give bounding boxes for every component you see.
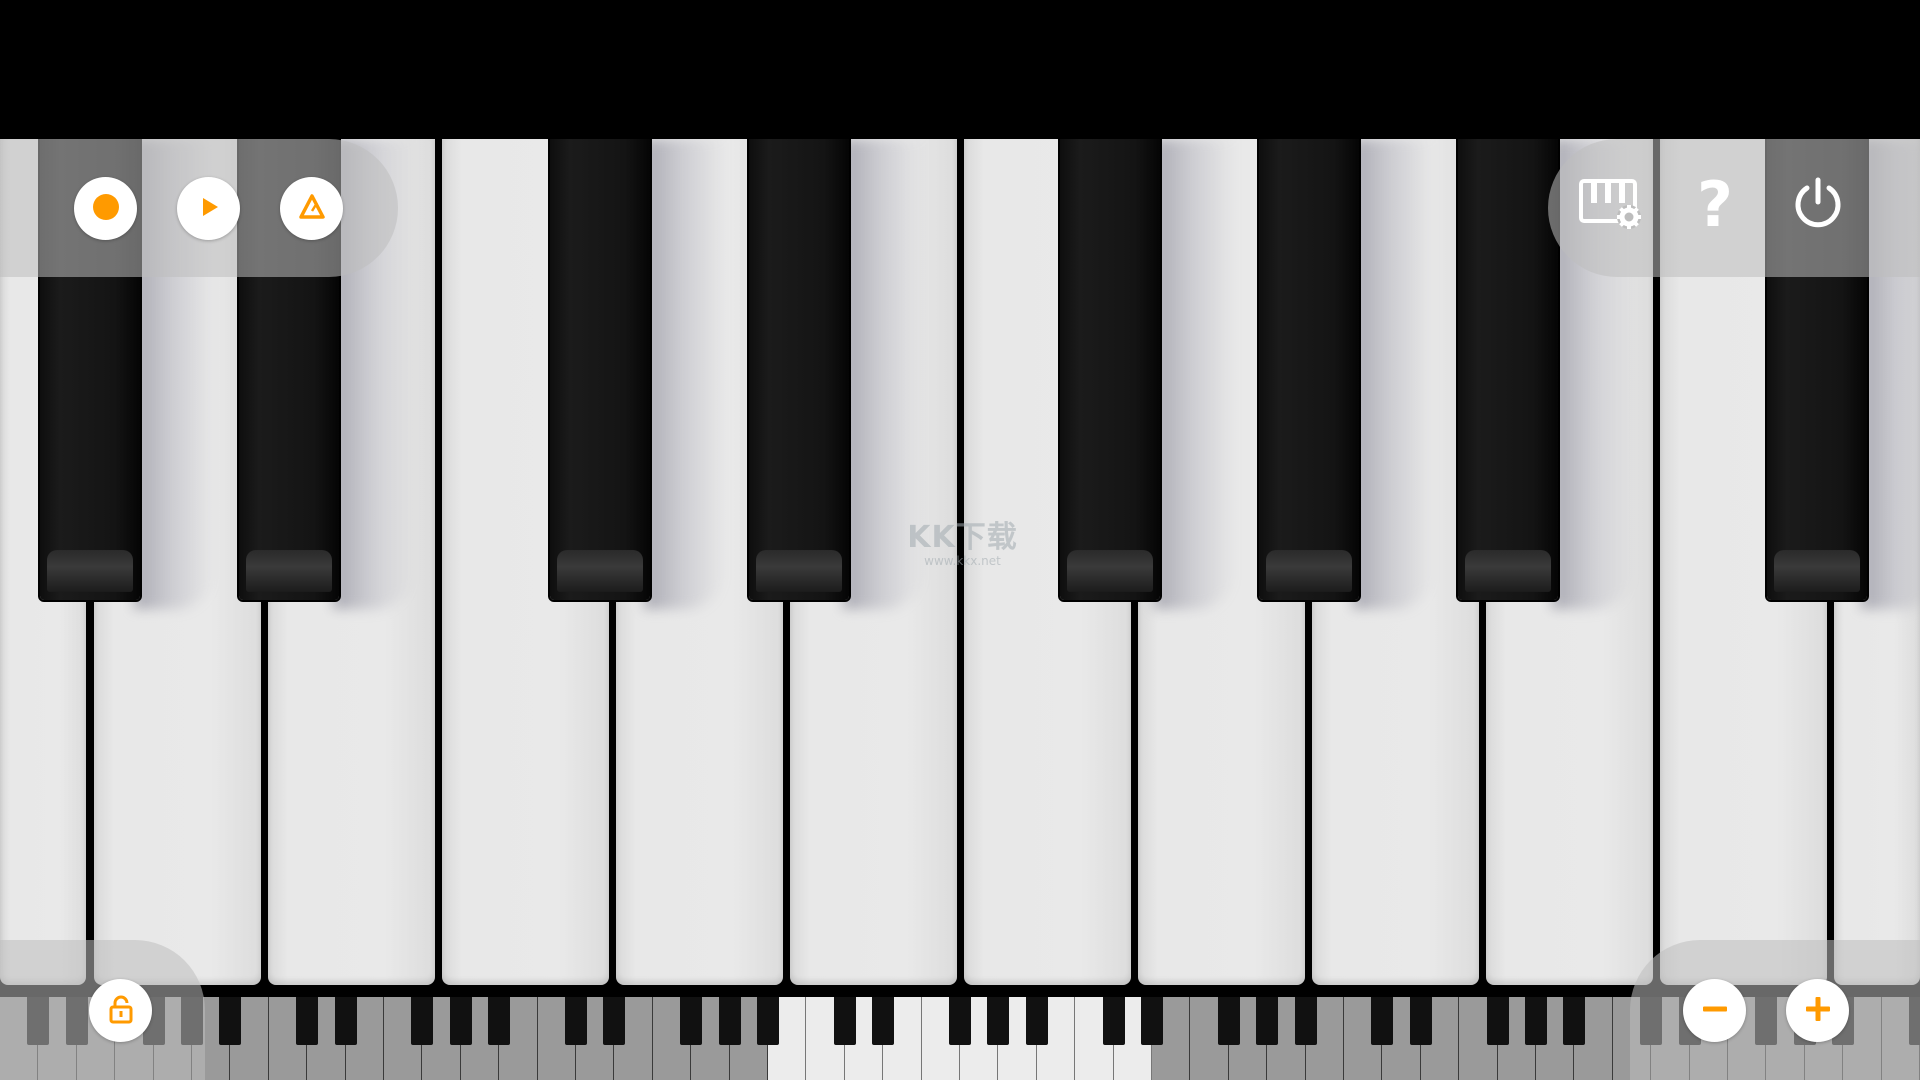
- overview-black-key: [1371, 997, 1394, 1045]
- overview-black-key: [334, 997, 357, 1045]
- piano-settings-icon: [1577, 173, 1645, 237]
- play-icon: [197, 195, 221, 223]
- minus-icon: [1700, 994, 1730, 1028]
- overview-black-key: [833, 997, 856, 1045]
- black-key-shadow: [1154, 139, 1234, 609]
- power-icon: [1791, 176, 1845, 234]
- black-key[interactable]: [749, 139, 849, 600]
- play-button[interactable]: [177, 177, 240, 240]
- overview-black-key: [757, 997, 779, 1045]
- black-key-tip: [1067, 550, 1153, 592]
- watermark-url: www.kkx.net: [924, 554, 1001, 568]
- overview-black-key: [565, 997, 587, 1045]
- black-key-tip: [246, 550, 332, 592]
- black-key-tip: [1774, 550, 1860, 592]
- black-key[interactable]: [1458, 139, 1558, 600]
- help-button[interactable]: ?: [1680, 170, 1750, 240]
- overview-black-key: [603, 997, 626, 1045]
- top-bar: [0, 0, 1920, 139]
- black-key-shadow: [644, 139, 724, 609]
- overview-black-key: [411, 997, 434, 1045]
- overview-black-key: [1025, 997, 1048, 1045]
- lock-button[interactable]: [89, 979, 152, 1042]
- keyboard-settings-button[interactable]: [1576, 170, 1646, 240]
- watermark: KK下载 www.kkx.net: [900, 512, 1025, 572]
- black-key-tip: [1266, 550, 1352, 592]
- black-key-tip: [557, 550, 643, 592]
- metronome-button[interactable]: [280, 177, 343, 240]
- overview-black-key: [1256, 997, 1279, 1045]
- black-key-shadow: [1353, 139, 1433, 609]
- overview-black-key: [1294, 997, 1317, 1045]
- record-icon: [91, 192, 121, 226]
- overview-black-key: [680, 997, 703, 1045]
- overview-black-key: [1102, 997, 1125, 1045]
- overview-black-key: [219, 997, 242, 1045]
- overview-black-key: [1409, 997, 1432, 1045]
- overview-black-key: [1563, 997, 1586, 1045]
- record-button[interactable]: [74, 177, 137, 240]
- overview-black-key: [987, 997, 1010, 1045]
- black-key[interactable]: [1060, 139, 1160, 600]
- power-button[interactable]: [1783, 170, 1853, 240]
- overview-black-key: [949, 997, 971, 1045]
- overview-black-key: [1525, 997, 1547, 1045]
- overview-black-key: [1217, 997, 1240, 1045]
- plus-icon: [1803, 994, 1833, 1028]
- piano-app: ? KK下载 www.kkx.net: [0, 0, 1920, 1080]
- black-key-tip: [47, 550, 133, 592]
- black-key-tip: [756, 550, 842, 592]
- zoom-in-button[interactable]: [1786, 979, 1849, 1042]
- zoom-out-button[interactable]: [1683, 979, 1746, 1042]
- overview-black-key: [1141, 997, 1163, 1045]
- metronome-icon: [298, 193, 326, 225]
- lock-icon: [108, 994, 134, 1028]
- black-key[interactable]: [550, 139, 650, 600]
- overview-black-key: [718, 997, 741, 1045]
- help-icon: ?: [1697, 168, 1733, 241]
- zoom-panel: [1630, 940, 1920, 1080]
- black-key-tip: [1465, 550, 1551, 592]
- overview-black-key: [1486, 997, 1509, 1045]
- black-key[interactable]: [1259, 139, 1359, 600]
- overview-black-key: [449, 997, 472, 1045]
- overview-black-key: [872, 997, 895, 1045]
- watermark-logo: KK下载: [907, 520, 1018, 555]
- overview-black-key: [296, 997, 319, 1045]
- overview-black-key: [488, 997, 511, 1045]
